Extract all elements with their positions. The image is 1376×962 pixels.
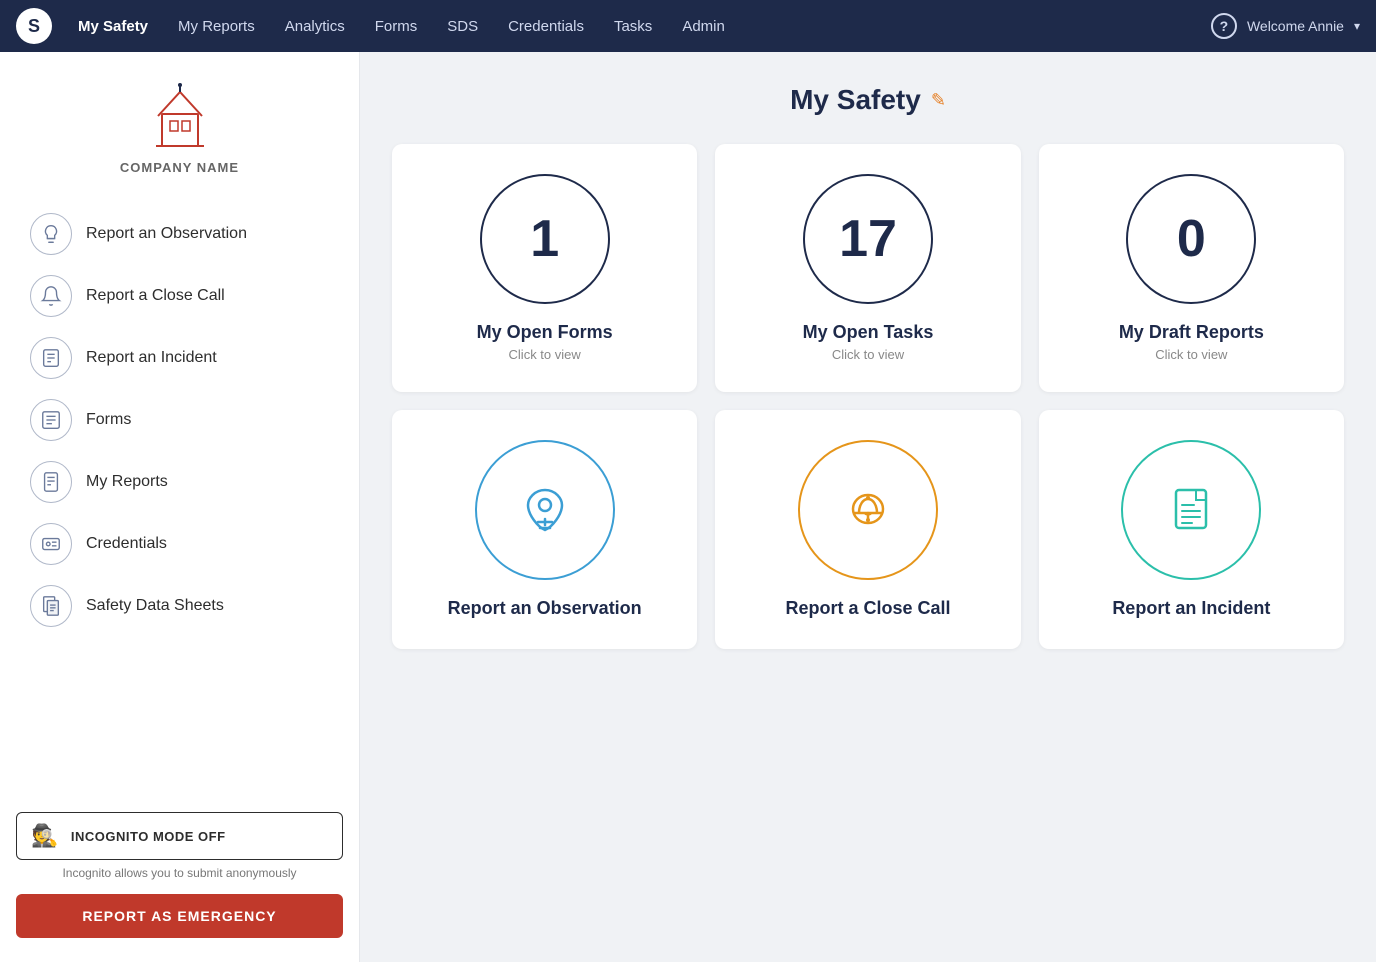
main-layout: COMPANY NAME Report an Observation Repor… xyxy=(0,52,1376,962)
nav-item-mysafety[interactable]: My Safety xyxy=(64,12,162,41)
page-title: My Safety xyxy=(790,84,921,116)
stat-number-forms: 1 xyxy=(530,209,559,269)
incognito-icon: 🕵️ xyxy=(31,823,59,849)
bell-icon xyxy=(30,275,72,317)
card-sublabel-drafts: Click to view xyxy=(1155,347,1227,362)
incognito-label: INCOGNITO MODE OFF xyxy=(71,829,226,844)
cards-grid: 1 My Open Forms Click to view 17 My Open… xyxy=(392,144,1344,649)
edit-icon[interactable]: ✎ xyxy=(931,90,946,111)
sidebar-label-sds: Safety Data Sheets xyxy=(86,597,224,615)
sidebar-item-credentials[interactable]: Credentials xyxy=(16,513,343,575)
bulb-icon xyxy=(30,213,72,255)
nav-items: My Safety My Reports Analytics Forms SDS… xyxy=(64,12,1207,41)
incognito-mode-button[interactable]: 🕵️ INCOGNITO MODE OFF xyxy=(16,812,343,860)
page-title-row: My Safety ✎ xyxy=(392,84,1344,116)
sidebar-item-close-call[interactable]: Report a Close Call xyxy=(16,265,343,327)
stat-number-drafts: 0 xyxy=(1177,209,1206,269)
stat-number-tasks: 17 xyxy=(839,209,897,269)
nav-item-forms[interactable]: Forms xyxy=(361,12,432,41)
sidebar-label-myreports: My Reports xyxy=(86,473,168,491)
observation-svg-icon xyxy=(510,475,580,545)
sidebar-label-close-call: Report a Close Call xyxy=(86,287,225,305)
nav-item-analytics[interactable]: Analytics xyxy=(271,12,359,41)
forms-icon xyxy=(30,399,72,441)
myreports-icon xyxy=(30,461,72,503)
nav-right: ? Welcome Annie ▾ xyxy=(1211,13,1360,39)
incident-icon xyxy=(30,337,72,379)
card-report-close-call[interactable]: Report a Close Call xyxy=(715,410,1020,649)
action-circle-observation xyxy=(475,440,615,580)
nav-logo[interactable]: S xyxy=(16,8,52,44)
sidebar-bottom: 🕵️ INCOGNITO MODE OFF Incognito allows y… xyxy=(16,788,343,938)
sidebar-logo-area: COMPANY NAME xyxy=(16,76,343,175)
credentials-icon xyxy=(30,523,72,565)
card-report-observation[interactable]: Report an Observation xyxy=(392,410,697,649)
company-logo-icon xyxy=(140,76,220,156)
action-label-incident: Report an Incident xyxy=(1112,598,1270,619)
welcome-text: Welcome Annie xyxy=(1247,18,1344,34)
action-label-close-call: Report a Close Call xyxy=(785,598,950,619)
user-menu-arrow[interactable]: ▾ xyxy=(1354,19,1360,33)
card-draft-reports[interactable]: 0 My Draft Reports Click to view xyxy=(1039,144,1344,392)
card-open-forms[interactable]: 1 My Open Forms Click to view xyxy=(392,144,697,392)
close-call-svg-icon xyxy=(833,475,903,545)
card-open-tasks[interactable]: 17 My Open Tasks Click to view xyxy=(715,144,1020,392)
main-content: My Safety ✎ 1 My Open Forms Click to vie… xyxy=(360,52,1376,962)
help-icon[interactable]: ? xyxy=(1211,13,1237,39)
sidebar-item-report-observation[interactable]: Report an Observation xyxy=(16,203,343,265)
sidebar: COMPANY NAME Report an Observation Repor… xyxy=(0,52,360,962)
card-label-forms: My Open Forms xyxy=(477,322,613,343)
sidebar-label-credentials: Credentials xyxy=(86,535,167,553)
nav-item-sds[interactable]: SDS xyxy=(433,12,492,41)
action-label-observation: Report an Observation xyxy=(448,598,642,619)
nav-item-admin[interactable]: Admin xyxy=(668,12,739,41)
top-navigation: S My Safety My Reports Analytics Forms S… xyxy=(0,0,1376,52)
card-report-incident[interactable]: Report an Incident xyxy=(1039,410,1344,649)
company-name: COMPANY NAME xyxy=(120,160,239,175)
incognito-description: Incognito allows you to submit anonymous… xyxy=(16,866,343,880)
action-circle-close-call xyxy=(798,440,938,580)
nav-item-tasks[interactable]: Tasks xyxy=(600,12,666,41)
nav-item-myreports[interactable]: My Reports xyxy=(164,12,269,41)
sidebar-label-forms: Forms xyxy=(86,411,131,429)
sidebar-label-incident: Report an Incident xyxy=(86,349,217,367)
card-label-drafts: My Draft Reports xyxy=(1119,322,1264,343)
nav-item-credentials[interactable]: Credentials xyxy=(494,12,598,41)
sidebar-item-forms[interactable]: Forms xyxy=(16,389,343,451)
stat-circle-drafts: 0 xyxy=(1126,174,1256,304)
sidebar-item-sds[interactable]: Safety Data Sheets xyxy=(16,575,343,637)
action-circle-incident xyxy=(1121,440,1261,580)
card-label-tasks: My Open Tasks xyxy=(803,322,934,343)
sds-icon xyxy=(30,585,72,627)
card-sublabel-tasks: Click to view xyxy=(832,347,904,362)
stat-circle-forms: 1 xyxy=(480,174,610,304)
card-sublabel-forms: Click to view xyxy=(509,347,581,362)
emergency-button[interactable]: REPORT AS EMERGENCY xyxy=(16,894,343,938)
stat-circle-tasks: 17 xyxy=(803,174,933,304)
sidebar-item-myreports[interactable]: My Reports xyxy=(16,451,343,513)
sidebar-item-incident[interactable]: Report an Incident xyxy=(16,327,343,389)
sidebar-label-observation: Report an Observation xyxy=(86,225,247,243)
incident-svg-icon xyxy=(1156,475,1226,545)
